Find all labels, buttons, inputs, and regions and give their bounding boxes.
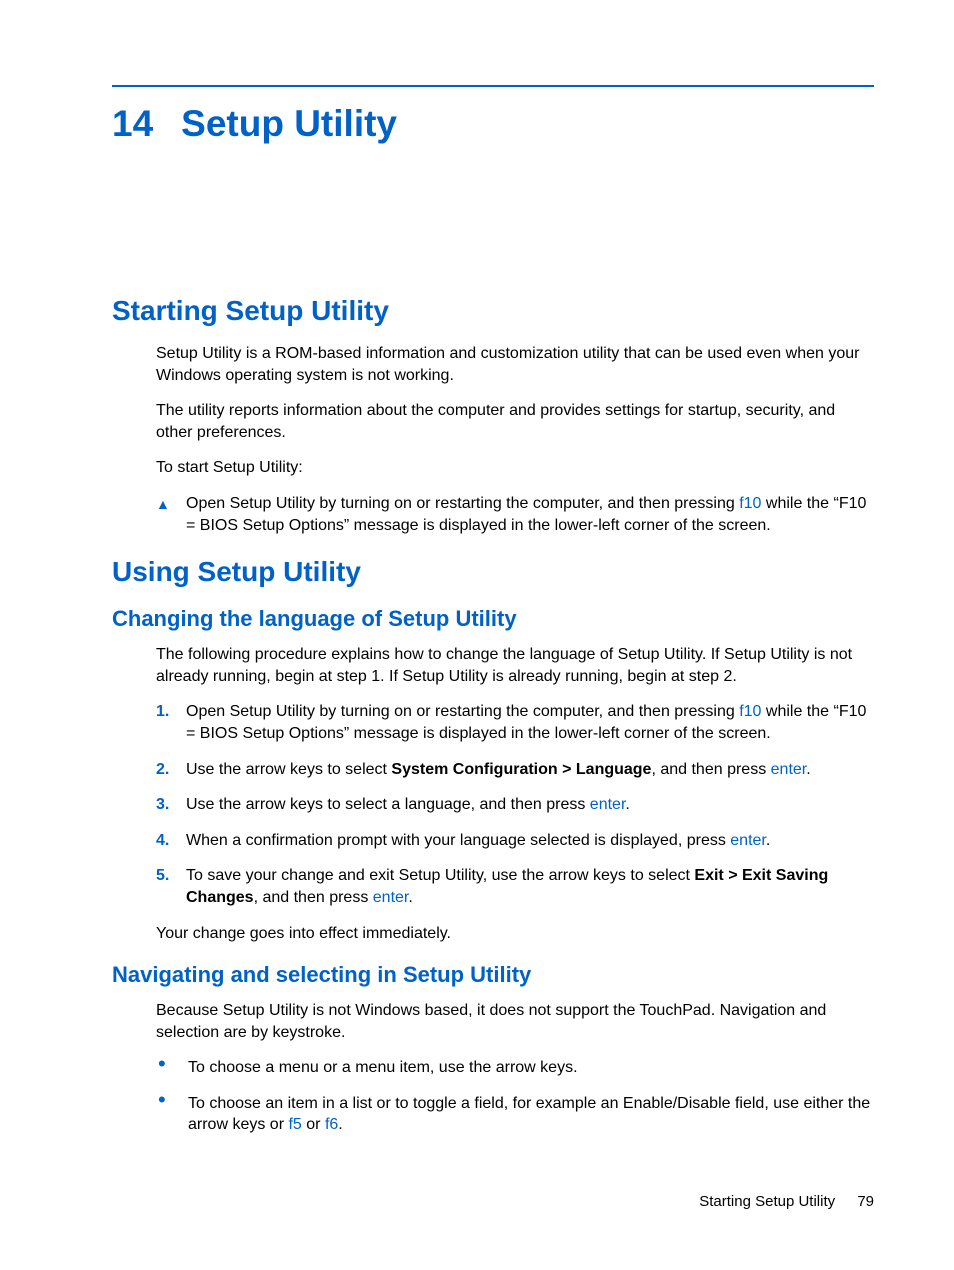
list-item: 2. Use the arrow keys to select System C…: [156, 759, 874, 781]
page: 14 Setup Utility Starting Setup Utility …: [0, 0, 954, 1270]
list-item: 4. When a confirmation prompt with your …: [156, 830, 874, 852]
section-starting-title: Starting Setup Utility: [112, 295, 874, 327]
list-item: 3. Use the arrow keys to select a langua…: [156, 794, 874, 816]
list-item: • To choose a menu or a menu item, use t…: [156, 1057, 874, 1079]
paragraph: Your change goes into effect immediately…: [156, 923, 874, 945]
chapter-title: 14 Setup Utility: [112, 103, 874, 145]
footer-label: Starting Setup Utility: [699, 1193, 835, 1210]
subsection-language-body: The following procedure explains how to …: [156, 644, 874, 944]
top-rule: [112, 85, 874, 87]
step-number: 1.: [156, 701, 186, 723]
section-starting-body: Setup Utility is a ROM-based information…: [156, 343, 874, 536]
chapter-number: 14: [112, 103, 153, 145]
step-number: 3.: [156, 794, 186, 816]
paragraph: Setup Utility is a ROM-based information…: [156, 343, 874, 386]
paragraph: Because Setup Utility is not Windows bas…: [156, 1000, 874, 1043]
page-number: 79: [857, 1193, 874, 1210]
bullet-icon: •: [156, 1093, 188, 1107]
paragraph: The following procedure explains how to …: [156, 644, 874, 687]
step-number: 4.: [156, 830, 186, 852]
step-content: Open Setup Utility by turning on or rest…: [186, 493, 874, 536]
paragraph: To start Setup Utility:: [156, 457, 874, 479]
section-using-title: Using Setup Utility: [112, 556, 874, 588]
bullet-icon: •: [156, 1057, 188, 1071]
triangle-icon: ▲: [156, 493, 186, 514]
list-item: 1. Open Setup Utility by turning on or r…: [156, 701, 874, 744]
triangle-step: ▲ Open Setup Utility by turning on or re…: [156, 493, 874, 536]
subsection-navigating-body: Because Setup Utility is not Windows bas…: [156, 1000, 874, 1136]
list-item: 5. To save your change and exit Setup Ut…: [156, 865, 874, 908]
page-footer: Starting Setup Utility 79: [699, 1193, 874, 1210]
chapter-name: Setup Utility: [181, 103, 397, 145]
subsection-navigating-title: Navigating and selecting in Setup Utilit…: [112, 962, 874, 988]
paragraph: The utility reports information about th…: [156, 400, 874, 443]
step-number: 2.: [156, 759, 186, 781]
list-item: • To choose an item in a list or to togg…: [156, 1093, 874, 1136]
step-number: 5.: [156, 865, 186, 887]
subsection-language-title: Changing the language of Setup Utility: [112, 606, 874, 632]
